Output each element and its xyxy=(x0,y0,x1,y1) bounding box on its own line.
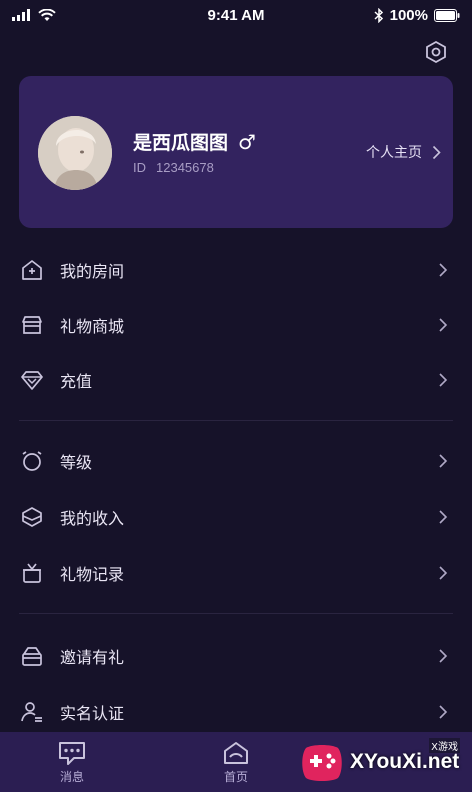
male-gender-icon: ♂ xyxy=(238,129,256,154)
bluetooth-icon xyxy=(374,7,383,23)
tab-home[interactable]: 首页 xyxy=(186,732,286,792)
menu-item-gift-store[interactable]: 礼物商城 xyxy=(0,297,472,352)
user-id-label: ID xyxy=(133,160,146,175)
homepage-label: 个人主页 xyxy=(366,145,422,161)
signal-icon xyxy=(12,9,30,21)
level-icon xyxy=(22,450,42,471)
profile-card[interactable]: 是西瓜图图 ♂ ID 12345678 个人主页 xyxy=(19,76,453,228)
avatar-image xyxy=(38,116,112,190)
username-text: 是西瓜图图 xyxy=(133,132,229,154)
chevron-right-icon xyxy=(439,509,448,524)
battery-percent: 100% xyxy=(389,6,428,24)
wifi-icon xyxy=(38,8,56,21)
status-right: 100% xyxy=(340,7,460,24)
tab-messages[interactable]: 消息 xyxy=(22,732,122,792)
home-icon xyxy=(224,741,248,764)
gamepad-logo-icon xyxy=(302,745,342,781)
homepage-link[interactable]: 个人主页 xyxy=(366,142,441,162)
tab-label: 首页 xyxy=(223,769,248,784)
chevron-right-icon xyxy=(439,372,448,387)
status-left xyxy=(12,8,132,22)
menu-label: 我的收入 xyxy=(60,508,125,528)
chevron-right-icon xyxy=(439,704,448,719)
store-icon xyxy=(22,315,42,334)
menu-label: 邀请有礼 xyxy=(60,647,125,667)
diamond-icon xyxy=(21,370,43,390)
menu-item-gift-record[interactable]: 礼物记录 xyxy=(0,545,472,600)
house-icon xyxy=(22,259,42,280)
menu-label: 礼物商城 xyxy=(60,316,125,336)
menu-item-my-income[interactable]: 我的收入 xyxy=(0,489,472,544)
chevron-right-icon xyxy=(439,262,448,277)
status-bar: 9:41 AM 100% xyxy=(0,0,472,30)
invite-icon xyxy=(22,646,42,666)
username: 是西瓜图图 ♂ xyxy=(133,128,256,155)
status-time: 9:41 AM xyxy=(207,6,265,24)
chevron-right-icon xyxy=(439,453,448,468)
watermark-main-text: XYouXi.net xyxy=(350,750,460,773)
battery-icon xyxy=(434,8,460,22)
settings-icon xyxy=(426,40,446,64)
divider xyxy=(19,613,453,614)
watermark: XYouXi.net X游戏 xyxy=(300,736,468,788)
divider xyxy=(19,420,453,421)
chevron-right-icon xyxy=(432,145,441,159)
message-icon xyxy=(59,741,85,765)
chevron-right-icon xyxy=(439,565,448,580)
menu-item-my-room[interactable]: 我的房间 xyxy=(0,242,472,297)
chevron-right-icon xyxy=(439,317,448,332)
chevron-right-icon xyxy=(439,648,448,663)
menu-item-real-name-verification[interactable]: 实名认证 xyxy=(0,684,472,739)
settings-button[interactable] xyxy=(424,40,448,64)
avatar[interactable] xyxy=(38,116,112,190)
menu-item-recharge[interactable]: 充值 xyxy=(0,352,472,407)
income-icon xyxy=(22,506,42,527)
verify-user-icon xyxy=(21,701,42,722)
menu-label: 礼物记录 xyxy=(60,564,125,584)
watermark-top-text: X游戏 xyxy=(429,738,460,753)
menu-item-invite[interactable]: 邀请有礼 xyxy=(0,628,472,683)
menu-label: 我的房间 xyxy=(60,261,125,281)
user-id: ID 12345678 xyxy=(133,160,214,175)
user-id-value: 12345678 xyxy=(156,160,214,175)
gift-record-icon xyxy=(23,562,41,583)
menu-label: 充值 xyxy=(60,371,93,391)
tab-label: 消息 xyxy=(59,769,84,784)
menu-label: 等级 xyxy=(60,452,93,472)
menu-item-level[interactable]: 等级 xyxy=(0,433,472,488)
menu-label: 实名认证 xyxy=(60,703,125,723)
